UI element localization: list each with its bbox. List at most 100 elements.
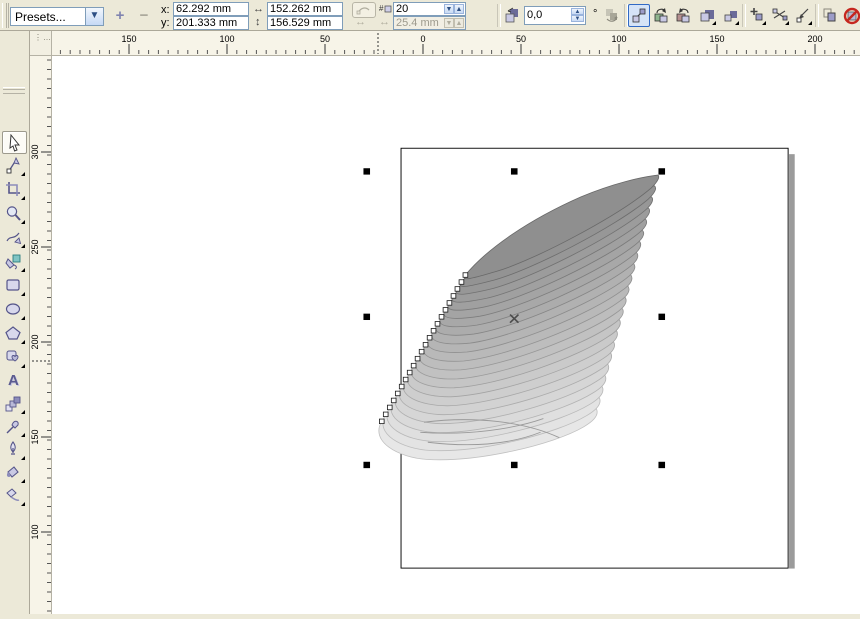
- svg-text:0: 0: [420, 34, 425, 44]
- svg-text:250: 250: [30, 239, 40, 254]
- object-height-field[interactable]: 156.529 mm: [267, 16, 343, 30]
- eyedropper-tool[interactable]: [2, 416, 27, 439]
- remove-preset-button[interactable]: −: [133, 7, 155, 26]
- blend-node-handle[interactable]: [447, 301, 452, 306]
- blend-node-handle[interactable]: [435, 322, 440, 327]
- chevron-down-icon[interactable]: ▼: [85, 8, 103, 25]
- direct-blend-button[interactable]: [628, 4, 650, 27]
- blend-node-handle[interactable]: [379, 419, 384, 424]
- blend-node-handle[interactable]: [387, 405, 392, 410]
- pick-tool[interactable]: [2, 131, 27, 154]
- svg-text:200: 200: [807, 34, 822, 44]
- blend-node-handle[interactable]: [431, 328, 436, 333]
- blend-property-bar: Presets... ▼ + − x: 62.292 mm y: 201.333…: [0, 0, 860, 31]
- blend-node-handle[interactable]: [391, 398, 396, 403]
- object-width-icon: ↔: [253, 3, 264, 15]
- svg-text:100: 100: [611, 34, 626, 44]
- blend-spacing-toggle-icon: ↔: [355, 16, 366, 28]
- zoom-tool[interactable]: [2, 203, 27, 226]
- start-end-objects-button[interactable]: [746, 4, 768, 27]
- size-acceleration-button[interactable]: [719, 4, 741, 27]
- text-tool[interactable]: A: [2, 370, 27, 393]
- blend-node-handle[interactable]: [455, 287, 460, 292]
- path-properties-button[interactable]: [769, 4, 791, 27]
- svg-text:150: 150: [121, 34, 136, 44]
- shape-tool[interactable]: [2, 155, 27, 178]
- presets-value: Presets...: [15, 10, 66, 24]
- loop-blend-button[interactable]: [601, 4, 623, 27]
- rectangle-tool[interactable]: [2, 275, 27, 298]
- blend-node-handle[interactable]: [439, 315, 444, 320]
- blend-node-handle[interactable]: [403, 377, 408, 382]
- blend-spacing-field: 25.4 mm ▼▲: [393, 16, 466, 30]
- blend-node-handle[interactable]: [395, 391, 400, 396]
- crop-tool[interactable]: [2, 179, 27, 202]
- blend-node-handle[interactable]: [443, 308, 448, 313]
- svg-text:#: #: [379, 4, 384, 13]
- svg-text:50: 50: [320, 34, 330, 44]
- svg-text:300: 300: [30, 144, 40, 159]
- add-preset-button[interactable]: +: [109, 7, 131, 26]
- basic-shapes-tool[interactable]: [2, 347, 27, 370]
- blend-node-handle[interactable]: [423, 342, 428, 347]
- blend-node-handle[interactable]: [383, 412, 388, 417]
- horizontal-ruler[interactable]: 150 100 50 0 50 100 150 200: [52, 31, 860, 56]
- interactive-fill-tool[interactable]: [2, 485, 27, 508]
- blend-direction-field[interactable]: 0,0 ▲▼: [524, 6, 586, 25]
- toolbox-grip[interactable]: [3, 87, 25, 94]
- smart-fill-tool[interactable]: [2, 251, 27, 274]
- copy-blend-properties-button[interactable]: [818, 4, 840, 27]
- blend-node-handle[interactable]: [459, 280, 464, 285]
- selection-handle[interactable]: [363, 314, 370, 320]
- svg-text:150: 150: [30, 429, 40, 444]
- svg-text:50: 50: [516, 34, 526, 44]
- blend-node-handle[interactable]: [399, 384, 404, 389]
- object-width-field[interactable]: 152.262 mm: [267, 2, 343, 16]
- blend-node-handle[interactable]: [451, 294, 456, 299]
- counterclockwise-blend-button[interactable]: [672, 4, 694, 27]
- blend-direction-icon: [504, 7, 521, 24]
- ruler-origin[interactable]: ⋮…: [30, 31, 52, 56]
- freehand-tool[interactable]: [2, 227, 27, 250]
- selection-handle[interactable]: [363, 168, 370, 174]
- ellipse-tool[interactable]: [2, 299, 27, 322]
- fill-tool[interactable]: [2, 462, 27, 485]
- clockwise-blend-button[interactable]: [650, 4, 672, 27]
- spacing-spinner-disabled: ▼▲: [444, 18, 464, 28]
- direction-spinner[interactable]: ▲▼: [571, 8, 584, 23]
- blend-steps-icon: #: [379, 3, 392, 15]
- object-x-field[interactable]: 62.292 mm: [173, 2, 249, 16]
- x-label: x:: [161, 4, 170, 16]
- blend-node-handle[interactable]: [427, 335, 432, 340]
- blend-steps-field[interactable]: 20 ▼▲: [393, 2, 466, 16]
- blend-node-handle[interactable]: [411, 363, 416, 368]
- selection-handle[interactable]: [511, 462, 518, 468]
- blend-node-handle[interactable]: [415, 356, 420, 361]
- selection-handle[interactable]: [511, 168, 518, 174]
- blend-node-handle[interactable]: [419, 349, 424, 354]
- drawing-window[interactable]: [52, 56, 860, 614]
- svg-text:100: 100: [219, 34, 234, 44]
- object-color-acceleration-button[interactable]: [696, 4, 718, 27]
- blend-node-handle[interactable]: [463, 273, 468, 278]
- blend-presets-combo[interactable]: Presets... ▼: [10, 7, 104, 26]
- selection-handle[interactable]: [658, 168, 665, 174]
- clear-blend-button[interactable]: [840, 4, 860, 27]
- svg-text:100: 100: [30, 524, 40, 539]
- svg-text:150: 150: [709, 34, 724, 44]
- selection-handle[interactable]: [658, 314, 665, 320]
- fuse-blend-button[interactable]: [792, 4, 814, 27]
- selection-handle[interactable]: [363, 462, 370, 468]
- steps-spinner[interactable]: ▼▲: [444, 4, 464, 14]
- toolbox: A: [0, 31, 30, 614]
- blend-spacing-icon: ↔: [379, 16, 390, 28]
- page-shadow: [789, 154, 795, 568]
- polygon-tool[interactable]: [2, 323, 27, 346]
- selection-handle[interactable]: [658, 462, 665, 468]
- object-y-field[interactable]: 201.333 mm: [173, 16, 249, 30]
- interactive-blend-tool[interactable]: [2, 393, 27, 416]
- blend-node-handle[interactable]: [407, 370, 412, 375]
- vertical-ruler[interactable]: 300 250 200 150 100: [30, 56, 52, 614]
- svg-text:200: 200: [30, 334, 40, 349]
- outline-pen-tool[interactable]: [2, 439, 27, 462]
